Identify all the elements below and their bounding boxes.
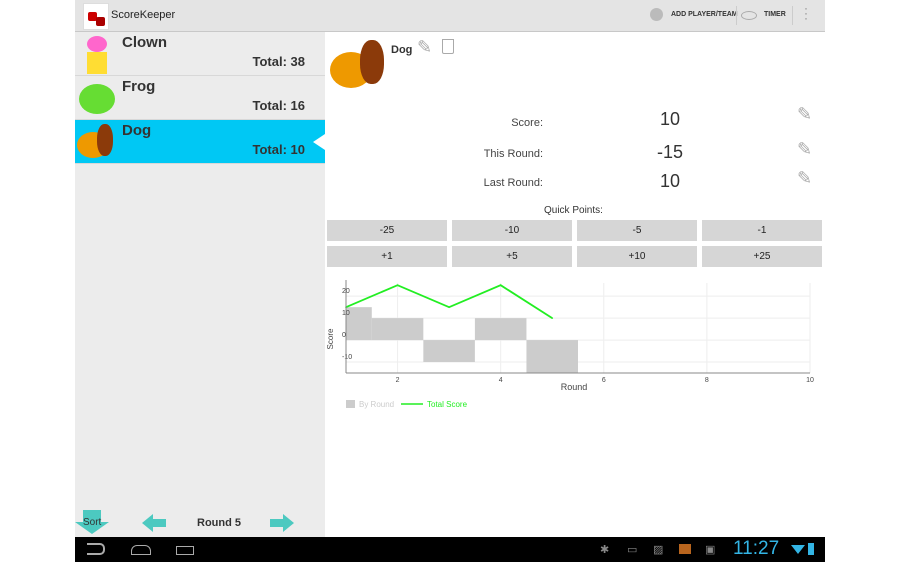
quick-points-label: Quick Points:: [544, 205, 603, 216]
player-list: Clown Total: 38 Frog Total: 16 Dog Total…: [75, 32, 325, 537]
score-value: 10: [659, 109, 681, 129]
dog-avatar: [330, 38, 386, 90]
delete-trash-icon[interactable]: [442, 39, 454, 54]
timer-button[interactable]: TIMER: [741, 7, 791, 25]
quick-points-plus-25[interactable]: +25: [702, 246, 822, 267]
quick-points-plus-10[interactable]: +10: [577, 246, 697, 267]
wifi-icon: [791, 545, 805, 554]
last-round-label: Last Round:: [483, 177, 543, 189]
edit-this-round-pencil-icon[interactable]: ✎: [797, 139, 812, 160]
player-total: Total: 38: [252, 54, 306, 69]
x-tick-label: 2: [396, 377, 400, 384]
battery-icon: [808, 543, 814, 555]
eye-icon: [741, 11, 757, 20]
quick-points-minus-25[interactable]: -25: [327, 220, 447, 241]
action-bar: ScoreKeeper ADD PLAYER/TEAM TIMER · · ·: [75, 0, 825, 32]
y-axis-label: Score: [326, 328, 335, 349]
frog-avatar: [77, 78, 117, 118]
total-score-point: [448, 306, 450, 308]
clock: 11:27: [733, 538, 780, 559]
player-name: Frog: [122, 78, 156, 95]
bar-round-4: [474, 318, 527, 341]
app-title: ScoreKeeper: [111, 9, 176, 21]
next-round-button[interactable]: [270, 514, 294, 532]
add-player-label: ADD PLAYER/TEAM: [671, 11, 738, 18]
score-label: Score:: [511, 117, 543, 129]
score-chart: 24681020100-10 Round Score By Round Tota…: [326, 280, 814, 409]
arrow-right-icon: [283, 514, 294, 532]
total-score-point: [499, 284, 502, 286]
home-button-icon[interactable]: [131, 545, 151, 555]
quick-points-plus-5[interactable]: +5: [452, 246, 572, 267]
last-round-value: 10: [659, 171, 681, 191]
total-score-line: [345, 284, 553, 319]
legend-bar-swatch: [346, 400, 355, 408]
clown-avatar: [77, 34, 117, 74]
previous-round-button[interactable]: [142, 514, 166, 532]
quick-points-plus-1[interactable]: +1: [327, 246, 447, 267]
player-name: Dog: [391, 44, 413, 56]
total-score-point: [396, 284, 399, 286]
sort-label: Sort: [83, 517, 102, 528]
selection-indicator: [313, 134, 325, 150]
legend-line-label: Total Score: [427, 400, 468, 409]
gallery-icon: ▨: [653, 544, 664, 556]
bar-round-2: [371, 318, 424, 341]
recent-apps-button-icon[interactable]: [176, 546, 194, 555]
x-axis-label: Round: [561, 382, 588, 392]
sd-card-icon: ▭: [627, 544, 638, 556]
bar-round-5: [526, 340, 578, 373]
edit-score-pencil-icon[interactable]: ✎: [797, 104, 812, 125]
y-tick-label: -10: [342, 354, 352, 361]
player-total: Total: 16: [252, 98, 306, 113]
x-tick-label: 8: [705, 377, 709, 384]
total-score-point: [551, 317, 554, 319]
divider: [736, 6, 737, 25]
bar-round-1: [346, 307, 372, 341]
app-logo-icon: [83, 3, 109, 30]
x-tick-label: 4: [499, 377, 503, 384]
quick-points-minus-1[interactable]: -1: [702, 220, 822, 241]
download-icon: ▣: [705, 544, 716, 556]
this-round-value: -15: [656, 142, 683, 162]
timer-label: TIMER: [764, 11, 786, 18]
player-item-frog[interactable]: Frog Total: 16: [75, 76, 325, 120]
x-tick-label: 6: [602, 377, 606, 384]
player-name: Clown: [122, 34, 167, 51]
player-name: Dog: [122, 122, 152, 139]
overflow-menu-icon[interactable]: · · ·: [804, 2, 808, 24]
this-round-label: This Round:: [483, 148, 543, 160]
quick-points-minus-5[interactable]: -5: [577, 220, 697, 241]
system-bar: ✱ ▭ ▨ ▣ 11:27: [75, 537, 825, 562]
x-tick-label: 10: [806, 377, 814, 384]
player-item-dog[interactable]: Dog Total: 10: [75, 120, 325, 164]
quick-points-minus-10[interactable]: -10: [452, 220, 572, 241]
edit-last-round-pencil-icon[interactable]: ✎: [797, 168, 812, 189]
add-player-icon: [650, 8, 663, 21]
bar-round-3: [423, 340, 475, 363]
back-button-icon[interactable]: [87, 543, 105, 555]
android-debug-icon: ✱: [600, 544, 610, 556]
divider: [792, 6, 793, 25]
player-total: Total: 10: [252, 142, 306, 157]
dog-avatar: [77, 122, 117, 162]
player-item-clown[interactable]: Clown Total: 38: [75, 32, 325, 76]
y-tick-label: 0: [342, 332, 346, 339]
round-label: Round 5: [197, 517, 241, 529]
sort-button[interactable]: Sort: [75, 510, 109, 537]
legend-bar-label: By Round: [359, 400, 394, 409]
edit-name-pencil-icon[interactable]: ✎: [417, 37, 432, 58]
app-notification-icon: [679, 544, 691, 554]
